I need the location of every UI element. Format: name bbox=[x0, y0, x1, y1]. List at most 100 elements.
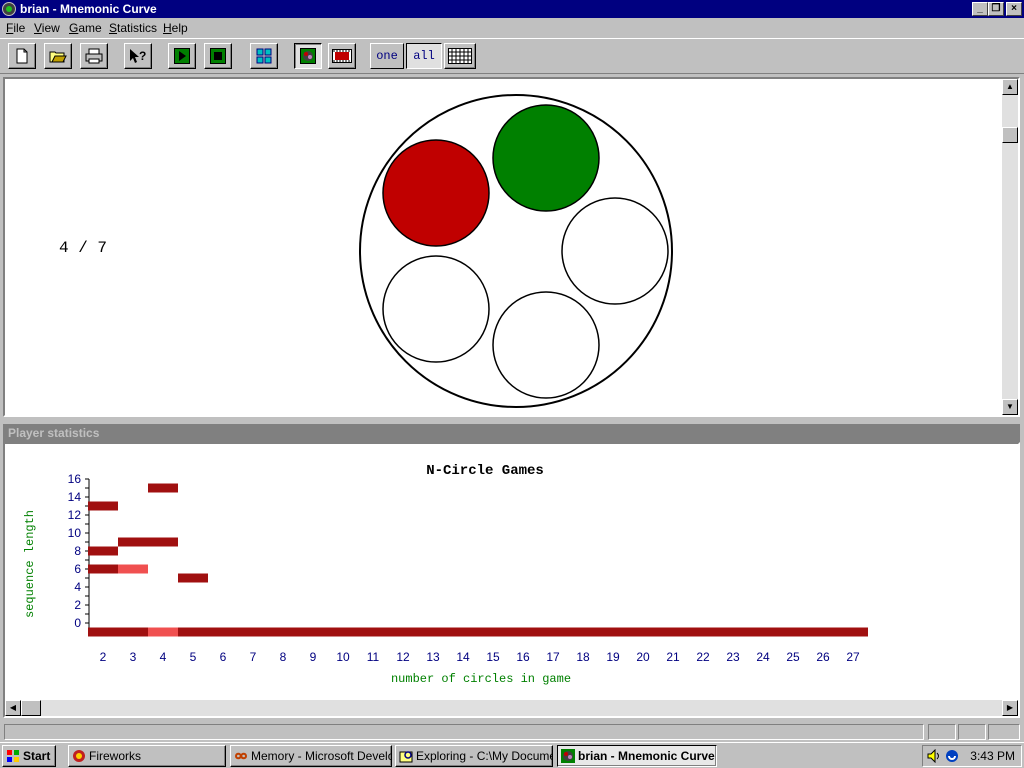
x-tick-label: 16 bbox=[516, 650, 530, 664]
scroll-left-button[interactable]: ◀ bbox=[5, 700, 21, 716]
filmstrip-button[interactable] bbox=[328, 43, 356, 69]
heatmap-cell bbox=[88, 501, 118, 511]
x-tick-label: 10 bbox=[336, 650, 350, 664]
baseline-cell bbox=[658, 627, 688, 637]
start-button[interactable]: Start bbox=[2, 745, 56, 767]
scroll-up-button[interactable]: ▲ bbox=[1002, 79, 1018, 95]
x-tick-label: 19 bbox=[606, 650, 620, 664]
show-one-button[interactable]: one bbox=[370, 43, 404, 69]
menu-help[interactable]: Help bbox=[163, 21, 188, 35]
stats-horizontal-scrollbar[interactable]: ◀ ▶ bbox=[5, 700, 1018, 716]
heatmap-cell bbox=[88, 546, 118, 556]
stats-panel-header: Player statistics bbox=[3, 424, 1020, 442]
title-bar: brian - Mnemonic Curve _ ❐ × bbox=[0, 0, 1024, 18]
heatmap-cell bbox=[88, 564, 118, 574]
baseline-cell bbox=[328, 627, 358, 637]
y-tick-label: 16 bbox=[68, 472, 82, 486]
new-file-icon bbox=[16, 48, 28, 64]
play-button[interactable] bbox=[168, 43, 196, 69]
baseline-cell bbox=[388, 627, 418, 637]
status-bar bbox=[0, 722, 1024, 742]
task-mnemonic-curve[interactable]: brian - Mnemonic Curve bbox=[557, 745, 717, 767]
restore-button[interactable]: ❐ bbox=[988, 2, 1004, 16]
y-tick-label: 10 bbox=[68, 526, 82, 540]
task-label: Exploring - C:\My Docume... bbox=[416, 749, 553, 763]
game-circle-5[interactable] bbox=[492, 291, 600, 399]
x-tick-label: 18 bbox=[576, 650, 590, 664]
baseline-cell bbox=[538, 627, 568, 637]
x-tick-label: 27 bbox=[846, 650, 860, 664]
x-axis-label: number of circles in game bbox=[391, 672, 571, 686]
heatmap-cell bbox=[118, 537, 148, 547]
table-grid-icon bbox=[448, 48, 472, 64]
show-all-button[interactable]: all bbox=[406, 43, 442, 69]
scroll-thumb[interactable] bbox=[1002, 127, 1018, 143]
x-tick-label: 11 bbox=[367, 650, 380, 664]
game-vertical-scrollbar[interactable]: ▲ ▼ bbox=[1002, 79, 1018, 415]
game-circle-2[interactable] bbox=[492, 104, 600, 212]
x-tick-label: 21 bbox=[666, 650, 680, 664]
y-tick-label: 4 bbox=[74, 580, 81, 594]
x-tick-label: 4 bbox=[160, 650, 167, 664]
baseline-cell bbox=[748, 627, 778, 637]
baseline-cell bbox=[838, 627, 868, 637]
n-circle-chart: N-Circle Games sequence length number of… bbox=[23, 463, 868, 686]
menu-game[interactable]: Game bbox=[69, 21, 102, 35]
x-tick-label: 20 bbox=[636, 650, 650, 664]
circle-view-button[interactable] bbox=[294, 43, 322, 69]
baseline-cell bbox=[118, 627, 148, 637]
task-memory-msdev[interactable]: Memory - Microsoft Develo... bbox=[230, 745, 392, 767]
stats-header-title: Player statistics bbox=[8, 426, 100, 440]
task-label: Fireworks bbox=[89, 749, 142, 763]
menu-statistics[interactable]: Statistics bbox=[109, 21, 157, 35]
baseline-cell bbox=[178, 627, 208, 637]
close-button[interactable]: × bbox=[1006, 2, 1022, 16]
clock: 3:43 PM bbox=[970, 749, 1015, 763]
y-tick-label: 6 bbox=[74, 562, 81, 576]
scroll-down-button[interactable]: ▼ bbox=[1002, 399, 1018, 415]
task-exploring[interactable]: Exploring - C:\My Docume... bbox=[395, 745, 553, 767]
game-circle-1[interactable] bbox=[382, 139, 490, 247]
stop-button[interactable] bbox=[204, 43, 232, 69]
volume-icon[interactable] bbox=[927, 749, 941, 763]
heatmap-cell bbox=[148, 483, 178, 493]
open-button[interactable] bbox=[44, 43, 72, 69]
task-fireworks[interactable]: Fireworks bbox=[68, 745, 226, 767]
menu-file[interactable]: File bbox=[6, 21, 25, 35]
y-tick-label: 8 bbox=[74, 544, 81, 558]
table-view-button[interactable] bbox=[444, 43, 476, 69]
game-circle-3[interactable] bbox=[561, 197, 669, 305]
task-label: brian - Mnemonic Curve bbox=[578, 749, 715, 763]
x-tick-label: 13 bbox=[426, 650, 440, 664]
game-panel: 4 / 7 ▲ ▼ bbox=[3, 77, 1020, 417]
layout-button[interactable] bbox=[250, 43, 278, 69]
scroll-right-button[interactable]: ▶ bbox=[1002, 700, 1018, 716]
new-button[interactable] bbox=[8, 43, 36, 69]
network-icon[interactable] bbox=[945, 749, 959, 763]
status-indicator-1 bbox=[928, 724, 956, 740]
menu-bar: File View Game Statistics Help bbox=[0, 18, 1024, 38]
x-tick-label: 8 bbox=[280, 650, 287, 664]
heatmap-cell bbox=[118, 564, 148, 574]
baseline-cell bbox=[808, 627, 838, 637]
taskbar: Start Fireworks Memory - Microsoft Devel… bbox=[0, 742, 1024, 768]
stats-panel: N-Circle Games sequence length number of… bbox=[3, 442, 1020, 718]
toolbar: ? one all bbox=[0, 38, 1024, 74]
x-tick-label: 23 bbox=[726, 650, 740, 664]
grid-window-icon bbox=[256, 48, 272, 64]
svg-text:?: ? bbox=[139, 49, 146, 63]
minimize-button[interactable]: _ bbox=[972, 2, 988, 16]
x-tick-label: 2 bbox=[100, 650, 107, 664]
print-button[interactable] bbox=[80, 43, 108, 69]
heatmap-cell bbox=[148, 537, 178, 547]
baseline-cell bbox=[568, 627, 598, 637]
menu-view[interactable]: View bbox=[34, 21, 60, 35]
scroll-h-thumb[interactable] bbox=[21, 700, 41, 716]
context-help-button[interactable]: ? bbox=[124, 43, 152, 69]
baseline-cell bbox=[358, 627, 388, 637]
app-icon[interactable] bbox=[2, 2, 16, 16]
game-circle-4[interactable] bbox=[382, 255, 490, 363]
x-tick-label: 12 bbox=[396, 650, 410, 664]
x-tick-label: 7 bbox=[250, 650, 257, 664]
status-indicator-2 bbox=[958, 724, 986, 740]
